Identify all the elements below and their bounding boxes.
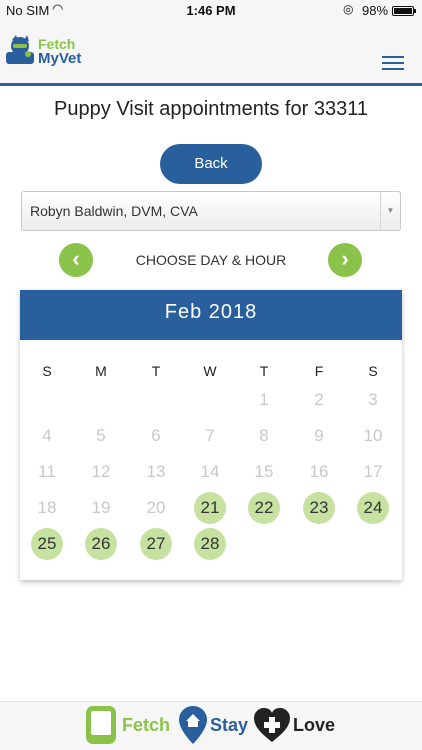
chevron-down-icon: ▼ (380, 192, 400, 230)
weekday-header: T (259, 363, 269, 379)
calendar-day-unavailable: 10 (363, 426, 383, 445)
clock: 1:46 PM (186, 3, 236, 18)
calendar-day-available[interactable]: 27 (140, 528, 172, 560)
calendar-day-available[interactable]: 26 (85, 528, 117, 560)
calendar-day-unavailable: 5 (96, 426, 106, 445)
logo-text-myvet: MyVet (38, 50, 82, 67)
phone-icon (86, 706, 116, 744)
calendar-day-available[interactable]: 28 (194, 528, 226, 560)
chevron-right-icon: › (341, 246, 349, 271)
calendar-day-unavailable: 6 (151, 426, 161, 445)
app-header: Fetch MyVet (0, 22, 422, 86)
calendar-day-unavailable: 11 (38, 462, 56, 481)
vet-select-dropdown[interactable]: Robyn Baldwin, DVM, CVA ▼ (21, 191, 401, 231)
app-screen: No SIM ◠ 1:46 PM ◎ 98% Fetch MyVet Puppy… (0, 0, 422, 750)
hamburger-menu-icon[interactable] (382, 56, 404, 70)
calendar-day-unavailable: 15 (254, 462, 274, 481)
calendar-day-available[interactable]: 22 (248, 492, 280, 524)
calendar-day-unavailable: 17 (363, 462, 383, 481)
status-bar: No SIM ◠ 1:46 PM ◎ 98% (0, 0, 422, 22)
dog-logo-icon (6, 35, 34, 64)
footer-bar: Fetch Stay Love (0, 701, 422, 750)
weekday-header: S (368, 363, 378, 379)
calendar-day-unavailable: 12 (91, 462, 111, 481)
calendar-day-unavailable: 18 (37, 498, 57, 517)
heart-plus-icon (254, 708, 290, 742)
weekday-header: S (42, 363, 52, 379)
calendar-day-available[interactable]: 24 (357, 492, 389, 524)
calendar-day-unavailable: 2 (314, 390, 324, 409)
calendar-day-unavailable: 4 (42, 426, 52, 445)
calendar-day-unavailable: 19 (91, 498, 111, 517)
weekday-header: W (203, 363, 217, 379)
calendar-day-available[interactable]: 25 (31, 528, 63, 560)
footer-word-love: Love (293, 715, 336, 735)
page-title: Puppy Visit appointments for 33311 (54, 98, 368, 120)
calendar-day-unavailable: 20 (146, 498, 166, 517)
calendar-day-available[interactable]: 23 (303, 492, 335, 524)
battery-percent: 98% (362, 3, 389, 18)
fetch-stay-love-banner: Fetch Stay Love (86, 706, 338, 746)
back-button[interactable]: Back (160, 144, 262, 184)
weekday-header: M (95, 363, 107, 379)
calendar-day-unavailable: 14 (200, 462, 220, 481)
weekday-header: F (314, 363, 324, 379)
fetchmyvet-logo[interactable]: Fetch MyVet (4, 32, 84, 72)
calendar-day-unavailable: 3 (368, 390, 378, 409)
weekday-header: T (151, 363, 161, 379)
calendar-day-unavailable: 16 (309, 462, 329, 481)
calendar-day-unavailable: 1 (259, 390, 269, 409)
footer-word-fetch: Fetch (122, 715, 171, 735)
calendar-day-unavailable: 13 (146, 462, 166, 481)
day-navigation: ‹ CHOOSE DAY & HOUR › (0, 243, 422, 277)
vet-select-value: Robyn Baldwin, DVM, CVA (30, 203, 198, 219)
footer-word-stay: Stay (210, 715, 249, 735)
calendar-day-unavailable: 9 (314, 426, 324, 445)
calendar: Feb 2018 S M T W T F S 1 2 3 4 5 6 7 8 9 10 11 12 13 14 15 16 1… (20, 290, 402, 580)
calendar-day-available[interactable]: 21 (194, 492, 226, 524)
battery-icon (392, 6, 416, 16)
home-pin-icon (179, 706, 207, 744)
orientation-lock-icon: ◎ (343, 2, 354, 16)
calendar-day-unavailable: 7 (205, 426, 215, 445)
calendar-day-unavailable: 8 (259, 426, 269, 445)
next-month-button[interactable]: › (328, 243, 362, 277)
calendar-month-header: Feb 2018 (20, 290, 402, 340)
